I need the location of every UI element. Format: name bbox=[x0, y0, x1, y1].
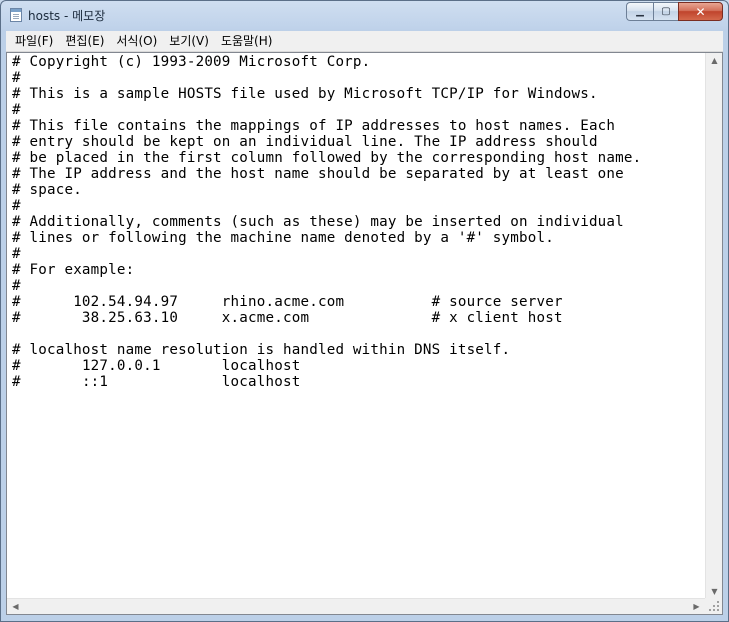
scroll-down-icon[interactable]: ▼ bbox=[706, 587, 723, 596]
document-content[interactable]: # Copyright (c) 1993-2009 Microsoft Corp… bbox=[7, 53, 705, 390]
menu-edit[interactable]: 편집(E) bbox=[59, 31, 110, 51]
maximize-icon: ▢ bbox=[661, 6, 671, 17]
maximize-button[interactable]: ▢ bbox=[653, 2, 678, 21]
caption-buttons: ▁ ▢ ✕ bbox=[626, 2, 723, 22]
scroll-right-icon[interactable]: ▶ bbox=[688, 602, 705, 611]
menu-view[interactable]: 보기(V) bbox=[163, 31, 215, 51]
menu-help[interactable]: 도움말(H) bbox=[215, 31, 279, 51]
close-button[interactable]: ✕ bbox=[678, 2, 723, 21]
menu-bar: 파일(F) 편집(E) 서식(O) 보기(V) 도움말(H) bbox=[6, 31, 723, 52]
minimize-icon: ▁ bbox=[636, 6, 644, 17]
notepad-window: hosts - 메모장 ▁ ▢ ✕ 파일(F) 편집(E) 서식(O) 보기(V… bbox=[0, 0, 729, 622]
menu-format[interactable]: 서식(O) bbox=[110, 31, 163, 51]
editor-frame: # Copyright (c) 1993-2009 Microsoft Corp… bbox=[6, 52, 723, 615]
scroll-up-icon[interactable]: ▲ bbox=[706, 56, 723, 65]
horizontal-scrollbar[interactable]: ◀ ▶ bbox=[7, 598, 705, 614]
vertical-scrollbar[interactable]: ▲ ▼ bbox=[705, 53, 722, 599]
resize-grip-icon[interactable] bbox=[705, 598, 722, 614]
close-icon: ✕ bbox=[695, 4, 706, 19]
minimize-button[interactable]: ▁ bbox=[626, 2, 653, 21]
title-bar[interactable]: hosts - 메모장 ▁ ▢ ✕ bbox=[1, 1, 728, 30]
text-editor[interactable]: # Copyright (c) 1993-2009 Microsoft Corp… bbox=[7, 53, 705, 599]
menu-file[interactable]: 파일(F) bbox=[6, 31, 59, 51]
scroll-left-icon[interactable]: ◀ bbox=[7, 602, 24, 611]
window-title: hosts - 메모장 bbox=[28, 9, 106, 23]
notepad-icon[interactable] bbox=[10, 8, 22, 22]
